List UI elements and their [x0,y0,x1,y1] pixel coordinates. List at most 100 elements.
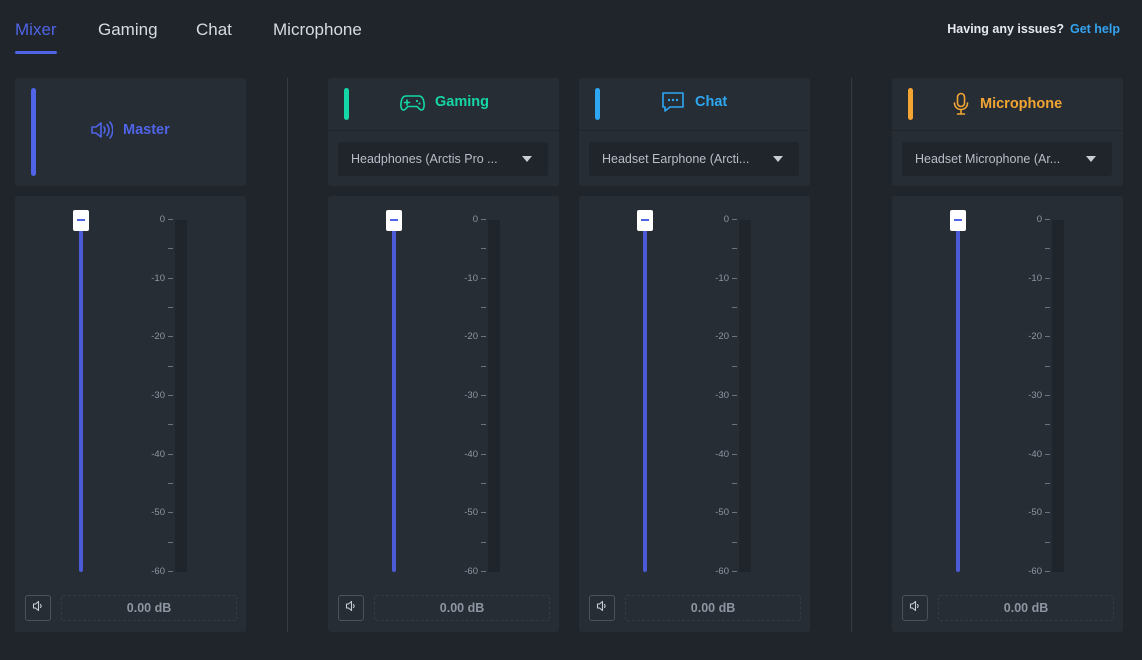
scale-label-text: -20 [1028,331,1042,343]
scale-tick-mark [732,336,737,338]
scale-tick-mark [168,512,173,514]
scale-tick-mark [168,424,173,426]
scale-label: -60 [715,567,737,577]
scale-label-text: -40 [1028,448,1042,460]
volume-slider-handle[interactable] [386,210,402,231]
mute-button[interactable] [902,595,928,621]
scale-tick-mark [168,277,173,279]
scale-label: -40 [1028,448,1050,460]
db-value-field[interactable]: 0.00 dB [61,595,237,621]
selected-device: Headset Microphone (Ar... [915,152,1061,166]
level-meter [175,220,187,572]
scale-tick-mark [481,453,486,455]
scale-tick-mark [168,453,173,455]
volume-slider-handle[interactable] [637,210,653,231]
tab-chat[interactable]: Chat [196,20,232,54]
scale-label-text: -50 [151,507,165,519]
scale-tick-mark [168,541,173,543]
scale-tick-mark [1045,248,1050,250]
scale-tick-mark [481,248,486,250]
channel-header-microphone: Microphone Headset Microphone (Ar... [892,78,1123,186]
get-help-link[interactable]: Get help [1070,22,1120,36]
input-device-dropdown[interactable]: Headset Microphone (Ar... [902,142,1112,176]
output-device-dropdown[interactable]: Headphones (Arctis Pro ... [338,142,548,176]
scale-tick-mark [1045,541,1050,543]
scale-tick-mark [481,218,486,220]
help-question: Having any issues? [947,22,1064,36]
db-value-field[interactable]: 0.00 dB [374,595,550,621]
channel-name: Gaming [435,94,489,110]
scale-label: -30 [1028,391,1050,401]
scale-label-text: -20 [464,331,478,343]
scale-tick-mark [732,570,737,572]
scale-label-text: -40 [464,448,478,460]
volume-slider-track[interactable] [79,220,83,572]
scale-label-text: 0 [159,214,165,225]
tab-gaming[interactable]: Gaming [98,20,158,54]
scale-minor-tick [478,244,486,254]
scale-tick-mark [1045,424,1050,426]
scale-label-text: 0 [472,214,478,225]
scale-minor-tick [165,538,173,548]
header-separator [328,130,559,131]
db-value-field[interactable]: 0.00 dB [938,595,1114,621]
scale-tick-mark [1045,394,1050,396]
scale-label-text: -60 [464,566,478,577]
scale-tick-mark [1045,512,1050,514]
scale-minor-tick [165,244,173,254]
volume-panel-chat: 0 -10 -20 -30 -40 -50 -60 0.00 dB [579,196,810,632]
speaker-icon [909,599,921,617]
scale-tick-mark [732,218,737,220]
scale-label: -30 [715,391,737,401]
scale-tick-mark [481,570,486,572]
output-device-dropdown[interactable]: Headset Earphone (Arcti... [589,142,799,176]
scale-tick-mark [732,248,737,250]
scale-minor-tick [478,420,486,430]
db-scale: 0 -10 -20 -30 -40 -50 -60 [1000,215,1050,577]
scale-tick-mark [732,482,737,484]
scale-tick-mark [1045,336,1050,338]
scale-minor-tick [729,479,737,489]
scale-tick-mark [732,306,737,308]
scale-label-text: -50 [715,507,729,519]
volume-slider-track[interactable] [643,220,647,572]
scale-label-text: -20 [715,331,729,343]
scale-label-text: -60 [151,566,165,577]
scale-tick-mark [481,306,486,308]
scale-label: -40 [715,448,737,460]
tab-mixer[interactable]: Mixer [15,20,57,54]
scale-minor-tick [729,362,737,372]
mute-button[interactable] [338,595,364,621]
channel-header-gaming: Gaming Headphones (Arctis Pro ... [328,78,559,186]
scale-tick-mark [1045,453,1050,455]
scale-minor-tick [729,538,737,548]
db-scale: 0 -10 -20 -30 -40 -50 -60 [436,215,486,577]
scale-tick-mark [732,394,737,396]
scale-label: 0 [724,215,737,225]
channel-title-microphone: Microphone [952,92,1062,116]
scale-minor-tick [165,362,173,372]
scale-label-text: -60 [1028,566,1042,577]
scale-tick-mark [481,541,486,543]
tab-microphone[interactable]: Microphone [273,20,362,54]
scale-label: 0 [1037,215,1050,225]
mute-button[interactable] [589,595,615,621]
mute-button[interactable] [25,595,51,621]
scale-label-text: -40 [715,448,729,460]
chat-bubble-icon [661,91,685,113]
volume-slider-handle[interactable] [73,210,89,231]
volume-slider-track[interactable] [392,220,396,572]
volume-slider-handle[interactable] [950,210,966,231]
header-separator [579,130,810,131]
scale-label: -50 [464,508,486,518]
scale-label-text: -10 [151,272,165,284]
scale-tick-mark [168,394,173,396]
scale-tick-mark [168,570,173,572]
scale-label-text: -10 [715,272,729,284]
db-scale: 0 -10 -20 -30 -40 -50 -60 [687,215,737,577]
scale-minor-tick [1042,479,1050,489]
db-value-field[interactable]: 0.00 dB [625,595,801,621]
volume-slider-track[interactable] [956,220,960,572]
scale-label: -50 [1028,508,1050,518]
scale-minor-tick [165,420,173,430]
